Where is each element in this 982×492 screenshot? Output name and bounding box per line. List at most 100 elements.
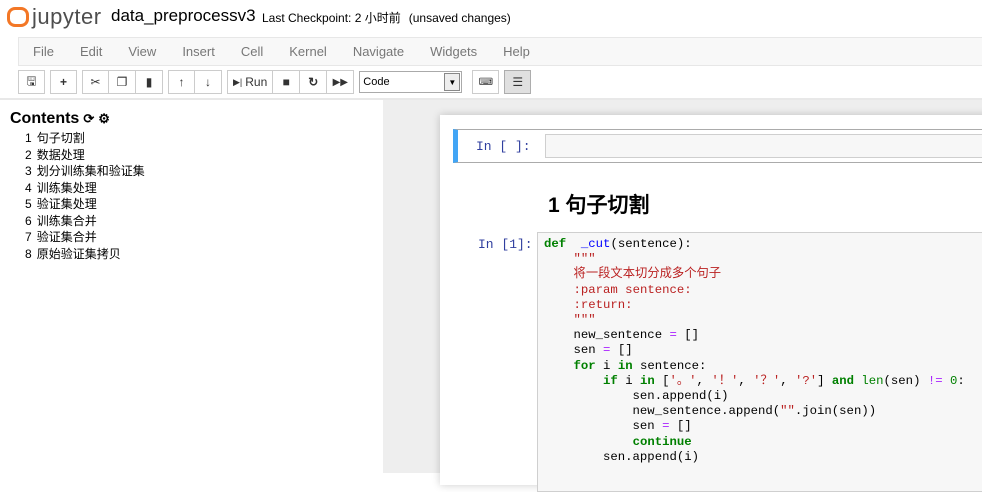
move-down-button[interactable]: ↓ [195, 70, 222, 94]
jupyter-logo[interactable]: jupyter [6, 4, 102, 30]
cell-type-select[interactable]: Code ▼ [359, 71, 463, 93]
code-token: """ [573, 313, 596, 328]
code-line: 将一段文本切分成多个句子 [544, 267, 982, 282]
list-icon: ☰ [512, 75, 524, 89]
toc-item[interactable]: 1 句子切割 [25, 130, 373, 147]
menu-widgets[interactable]: Widgets [430, 44, 477, 59]
code-token: , [696, 373, 712, 388]
notebook-container: In [ ]: 1 句子切割 In [1]: def _cut(sentence… [440, 115, 982, 492]
arrow-down-icon: ↓ [205, 75, 211, 89]
code-token: != [927, 373, 943, 388]
fast-forward-icon: ▶▶ [332, 76, 348, 88]
toc-item[interactable]: 6 训练集合并 [25, 213, 373, 230]
logo-text: jupyter [32, 4, 102, 29]
code-line: new_sentence.append("".join(sen)) [544, 404, 982, 419]
code-token: def [544, 237, 567, 251]
toc-item-number: 1 [25, 131, 32, 145]
plus-icon: + [59, 75, 67, 89]
code-token: len [861, 373, 884, 388]
restart-button[interactable]: ↻ [300, 70, 328, 94]
code-input[interactable]: def _cut(sentence): """ 将一段文本切分成多个句子 :pa… [537, 232, 982, 492]
menu-cell[interactable]: Cell [241, 44, 263, 59]
insert-cell-button[interactable]: + [50, 70, 77, 94]
menu-navigate[interactable]: Navigate [353, 44, 404, 59]
menu-help[interactable]: Help [503, 44, 530, 59]
save-button[interactable]: 🖫 [18, 70, 45, 94]
copy-icon: ❐ [116, 75, 128, 89]
toc-item[interactable]: 7 验证集合并 [25, 229, 373, 246]
toolbar: 🖫 + ✂ ❐ ▮ ↑ ↓ ▶| Run ■ ↻ ▶▶ Code ▼ ⌨ ☰ [18, 70, 532, 94]
keyboard-icon: ⌨ [478, 76, 493, 88]
toc-item[interactable]: 4 训练集处理 [25, 180, 373, 197]
code-token: (sentence): [610, 237, 692, 251]
code-line: :return: [544, 298, 982, 313]
code-token: """ [573, 252, 596, 267]
menu-insert[interactable]: Insert [182, 44, 215, 59]
notebook-site[interactable]: In [ ]: 1 句子切割 In [1]: def _cut(sentence… [383, 100, 982, 492]
code-line: sen.append(i) [544, 389, 982, 404]
checkpoint-status: Last Checkpoint: 2 小时前 (unsaved changes) [262, 9, 511, 26]
toc-list: 1 句子切割 2 数据处理 3 划分训练集和验证集 4 训练集处理 5 验证集处理 6 训练集合并 7 验… [25, 130, 373, 262]
toc-item-number: 4 [25, 180, 32, 195]
code-token: (sen) [883, 373, 928, 388]
code-input[interactable] [545, 134, 982, 158]
chevron-down-icon: ▼ [444, 73, 461, 91]
code-token: i [595, 358, 618, 373]
code-line: sen.append(i) [544, 450, 982, 465]
notebook-name[interactable]: data_preprocessv3 [111, 6, 256, 26]
menu-view[interactable]: View [128, 44, 156, 59]
cell-type-value: Code [363, 76, 390, 88]
code-token: new_sentence [544, 328, 670, 343]
code-token: : [957, 373, 965, 388]
code-token: "" [780, 404, 795, 419]
toc-item[interactable]: 3 划分训练集和验证集 [25, 163, 373, 180]
jupyter-logo-icon [6, 6, 29, 28]
move-up-button[interactable]: ↑ [168, 70, 195, 94]
code-line: def _cut(sentence): [544, 237, 982, 252]
toc-item-number: 3 [25, 164, 32, 178]
checkpoint-text: Last Checkpoint: 2 小时前 [262, 11, 401, 25]
code-line: for i in sentence: [544, 359, 982, 374]
paste-button[interactable]: ▮ [136, 70, 163, 94]
code-token: .join(sen)) [794, 404, 877, 419]
menu-kernel[interactable]: Kernel [289, 44, 327, 59]
code-token: = [669, 328, 677, 343]
code-line: sen = [] [544, 419, 982, 434]
code-token: _cut [580, 237, 611, 251]
code-line: sen = [] [544, 343, 982, 358]
menu-file[interactable]: File [33, 44, 54, 59]
toc-item-label: 训练集合并 [36, 213, 97, 228]
copy-button[interactable]: ❐ [109, 70, 136, 94]
gear-icon[interactable]: ⚙ [98, 111, 110, 127]
refresh-icon[interactable]: ⟳ [83, 111, 94, 127]
toc-item[interactable]: 2 数据处理 [25, 147, 373, 164]
code-token: if [603, 373, 618, 388]
toc-item[interactable]: 5 验证集处理 [25, 196, 373, 213]
code-line: :param sentence: [544, 283, 982, 298]
toc-toggle-button[interactable]: ☰ [504, 70, 532, 94]
restart-run-all-button[interactable]: ▶▶ [327, 70, 355, 94]
markdown-heading[interactable]: 1 句子切割 [548, 189, 650, 219]
toc-item-label: 数据处理 [36, 147, 85, 162]
toc-item[interactable]: 8 原始验证集拷贝 [25, 246, 373, 263]
header: jupyter data_preprocessv3 Last Checkpoin… [0, 0, 982, 37]
menu-edit[interactable]: Edit [80, 44, 102, 59]
code-token: :return: [573, 297, 633, 312]
run-button[interactable]: ▶| Run [227, 70, 274, 94]
command-palette-button[interactable]: ⌨ [472, 70, 500, 94]
empty-code-cell[interactable]: In [ ]: [453, 129, 982, 163]
code-token: for [573, 358, 596, 373]
code-token: 将一段文本切分成多个句子 [573, 267, 722, 282]
interrupt-button[interactable]: ■ [273, 70, 301, 94]
code-token: [ [654, 373, 670, 388]
cut-button[interactable]: ✂ [82, 70, 109, 94]
toc-item-number: 6 [25, 213, 32, 228]
code-token: '?' [794, 373, 818, 388]
code-token: in [617, 358, 633, 373]
toc-item-label: 原始验证集拷贝 [36, 246, 121, 261]
